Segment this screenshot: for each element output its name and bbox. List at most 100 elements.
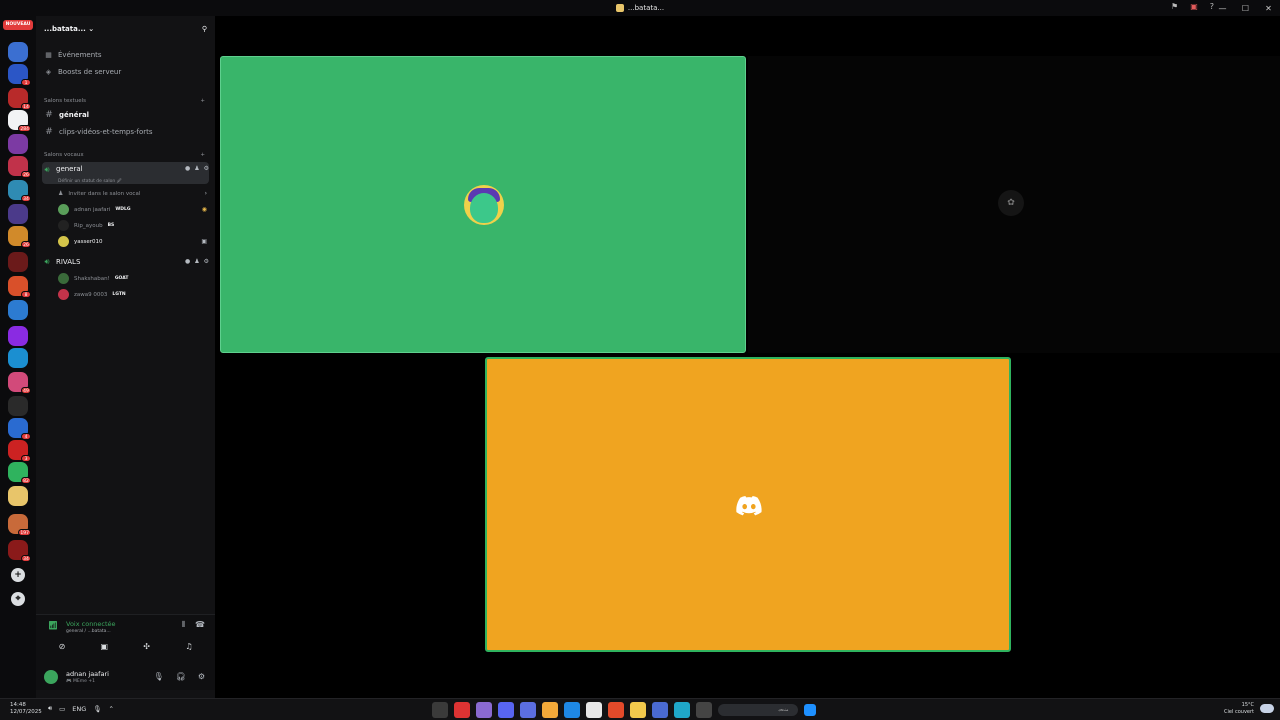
server-icon[interactable]: 34	[8, 540, 31, 562]
screen-share-icon[interactable]: ▣	[96, 642, 112, 656]
user-panel: adnan jaafari 🎮 MEme +1 🎙︎ 🎧︎ ⚙	[36, 664, 215, 690]
app-icon[interactable]	[454, 702, 470, 718]
chat-icon[interactable]: ●	[185, 165, 190, 172]
server-icon[interactable]: 26	[8, 226, 31, 248]
volume-icon[interactable]: 🔊︎	[48, 704, 52, 713]
screen-share-icon[interactable]: ▣	[1190, 2, 1198, 11]
mic-icon[interactable]: 🎙︎	[93, 705, 101, 713]
server-icon[interactable]	[8, 42, 28, 62]
boosts-item[interactable]: ◈ Boosts de serveur	[44, 65, 209, 79]
invite-row[interactable]: ♟ Inviter dans le salon vocal ›	[58, 187, 207, 200]
hash-icon: #	[45, 127, 53, 137]
discord-app-icon[interactable]	[498, 702, 514, 718]
network-icon[interactable]: ▭	[59, 705, 65, 713]
server-rail: NOUVEAU 1 14 284 26 34 26 8 49 4 3 82 197 34 + ⌖	[0, 16, 36, 698]
clock[interactable]: 14:48 12/07/2025	[10, 702, 42, 716]
app-icon[interactable]	[564, 702, 580, 718]
gear-icon[interactable]: ⚙	[198, 672, 205, 681]
minimize-button[interactable]: —	[1211, 4, 1234, 13]
voice-member[interactable]: adnan jaafari WDLG ◉	[58, 203, 207, 216]
voice-channel-rivals[interactable]: 🔊︎ RIVALS ● ♟ ⚙	[42, 255, 209, 268]
language-indicator[interactable]: ENG	[72, 705, 86, 713]
add-channel-icon[interactable]: +	[200, 98, 205, 104]
invite-icon[interactable]: ♟	[194, 165, 199, 172]
server-icon[interactable]	[8, 348, 28, 368]
settings-icon[interactable]: ⚙	[204, 165, 209, 172]
edge-icon[interactable]	[674, 702, 690, 718]
voice-member[interactable]: Rip_ayoub BS	[58, 219, 207, 232]
headphones-icon[interactable]: 🎧︎	[176, 672, 186, 681]
app-icon[interactable]	[520, 702, 536, 718]
file-explorer-icon[interactable]	[630, 702, 646, 718]
server-icon[interactable]	[8, 204, 28, 224]
participant-tile[interactable]	[220, 56, 746, 353]
server-icon[interactable]: 8	[8, 276, 31, 298]
discover-icon[interactable]: ⌖	[11, 592, 25, 606]
channel-clips[interactable]: # clips-vidéos-et-temps-forts	[44, 125, 209, 139]
invite-icon[interactable]: ♟	[194, 258, 199, 265]
microphone-icon[interactable]: 🎙︎	[154, 672, 164, 681]
text-category[interactable]: Salons textuels +	[44, 96, 205, 106]
chevron-up-icon[interactable]: ⌃	[109, 705, 114, 713]
app-icon[interactable]	[652, 702, 668, 718]
guild-header[interactable]: ...batata... ⌄ ⚲	[36, 16, 215, 41]
server-icon[interactable]: 3	[8, 440, 31, 462]
camera-off-icon[interactable]: ⊘	[54, 642, 70, 656]
user-avatar[interactable]	[44, 670, 58, 684]
signal-icon[interactable]: 📶︎	[48, 621, 58, 630]
close-button[interactable]: ✕	[1257, 4, 1280, 13]
chevron-right-icon: ›	[204, 190, 207, 197]
server-icon[interactable]: 14	[8, 88, 31, 110]
server-icon[interactable]: 82	[8, 462, 31, 484]
server-icon[interactable]	[8, 252, 28, 272]
weather-widget[interactable]: 15°C Ciel couvert	[1224, 702, 1254, 716]
soundboard-icon[interactable]: ♫	[181, 642, 197, 656]
participant-tile[interactable]: ✿	[748, 56, 1280, 353]
server-icon[interactable]	[8, 134, 28, 154]
voice-connected-subtitle[interactable]: general / ...batata...	[66, 629, 111, 634]
brave-icon[interactable]	[608, 702, 624, 718]
voice-member[interactable]: Shakshaban! GOAT	[58, 272, 207, 285]
chrome-icon[interactable]	[542, 702, 558, 718]
taskbar-search[interactable]: ﺚﺤﺑ	[718, 704, 798, 716]
add-member-icon[interactable]: ⚲	[202, 25, 207, 33]
maximize-button[interactable]: ☐	[1234, 4, 1257, 13]
server-icon[interactable]	[8, 396, 28, 416]
server-icon[interactable]	[8, 300, 28, 320]
member-tag: GOAT	[114, 276, 129, 281]
server-icon[interactable]: 197	[8, 514, 31, 536]
voice-member[interactable]: yasser010 ▣	[58, 235, 207, 248]
settings-icon[interactable]: ⚙	[204, 258, 209, 265]
server-icon[interactable]: 4	[8, 418, 31, 440]
inbox-icon[interactable]: ⚑	[1171, 2, 1178, 11]
app-icon[interactable]	[476, 702, 492, 718]
events-item[interactable]: ▦ Événements	[44, 48, 209, 62]
settings-app-icon[interactable]	[432, 702, 448, 718]
add-channel-icon[interactable]: +	[200, 152, 205, 158]
user-name[interactable]: adnan jaafari	[66, 670, 109, 678]
server-icon[interactable]	[8, 486, 28, 506]
weather-temp: 15°C	[1241, 702, 1254, 708]
channel-general[interactable]: # général	[44, 108, 209, 122]
channel-actions: ● ♟ ⚙	[185, 165, 209, 172]
app-icon[interactable]	[586, 702, 602, 718]
chat-icon[interactable]: ●	[185, 258, 190, 265]
server-icon[interactable]	[8, 326, 28, 346]
voice-member[interactable]: zawa9 0003 LGTN	[58, 288, 207, 301]
server-icon[interactable]: 49	[8, 372, 31, 394]
noise-suppression-icon[interactable]: ⦀	[182, 620, 186, 630]
windows-start-icon[interactable]	[804, 704, 816, 716]
voice-status[interactable]: Définir un statut de salon 🖉	[58, 177, 122, 185]
participant-tile[interactable]	[485, 357, 1011, 652]
server-icon[interactable]: 284	[8, 110, 31, 132]
add-server-icon[interactable]: +	[11, 568, 25, 582]
server-icon[interactable]: 26	[8, 156, 31, 178]
app-icon[interactable]	[696, 702, 712, 718]
activities-icon[interactable]: ✣	[139, 642, 155, 656]
disconnect-icon[interactable]: ☎	[195, 620, 205, 630]
server-icon[interactable]: 1	[8, 64, 31, 86]
server-icon[interactable]: 34	[8, 180, 31, 202]
search-text: ﺚﺤﺑ	[778, 707, 788, 713]
voice-category[interactable]: Salons vocaux +	[44, 150, 205, 160]
mention-badge: 4	[21, 433, 31, 440]
